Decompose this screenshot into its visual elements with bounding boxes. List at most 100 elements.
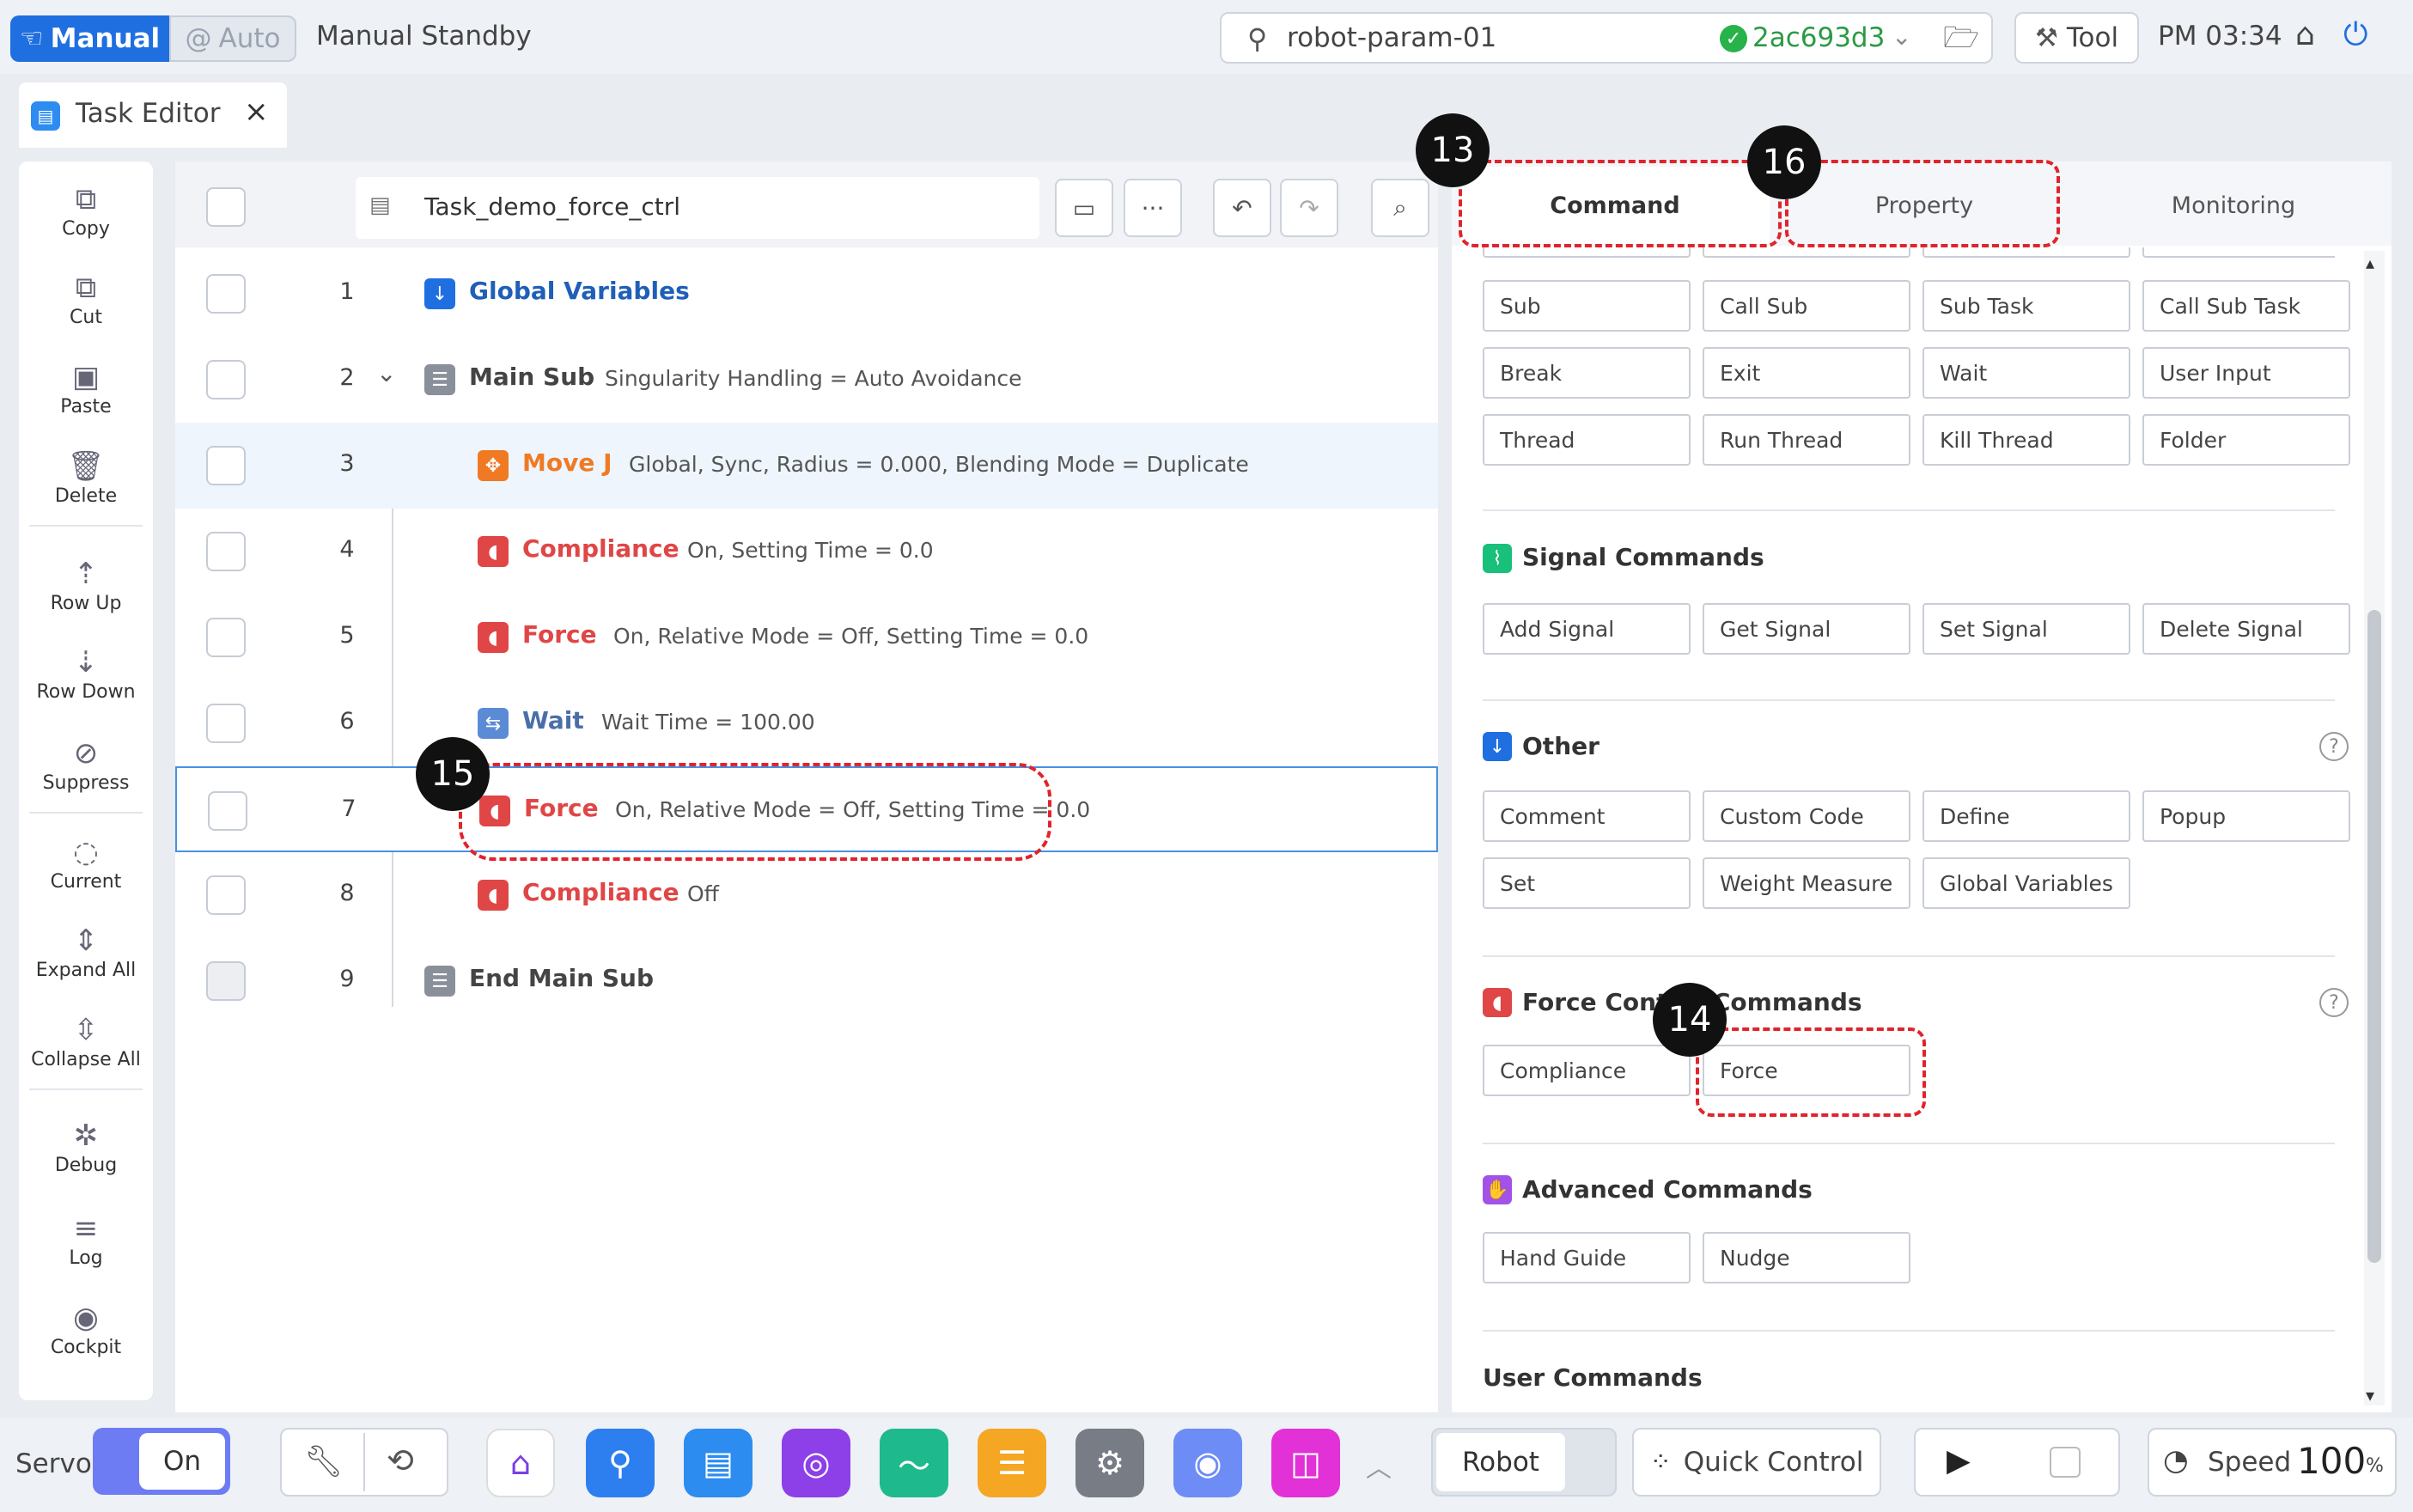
power-icon[interactable]: ⏻ xyxy=(2343,17,2367,53)
wrench-icon[interactable]: 🔧︎ xyxy=(304,1443,344,1479)
scroll-up-arrow[interactable]: ▴ xyxy=(2366,253,2374,273)
more-button[interactable]: ··· xyxy=(1124,179,1182,237)
table-row[interactable]: 4 ◖ Compliance On, Setting Time = 0.0 xyxy=(175,509,1438,594)
cmd-call-sub-task-button[interactable]: Call Sub Task xyxy=(2142,280,2350,332)
cmd-nudge-button[interactable]: Nudge xyxy=(1703,1232,1910,1283)
help-icon[interactable]: ? xyxy=(2319,988,2349,1017)
play-icon[interactable]: ▶ xyxy=(1947,1443,1971,1478)
cmd-compliance-button[interactable]: Compliance xyxy=(1483,1045,1691,1096)
file-name-field[interactable]: ▤ Task_demo_force_ctrl xyxy=(356,177,1039,239)
mode-manual-button[interactable]: ☜ Manual xyxy=(10,15,169,62)
row-checkbox[interactable] xyxy=(206,618,246,657)
row-checkbox[interactable] xyxy=(206,360,246,399)
redo-button[interactable]: ↷ xyxy=(1280,179,1338,237)
notes-app-icon[interactable]: ☰ xyxy=(978,1429,1046,1497)
table-row[interactable]: 1 ↓ Global Variables xyxy=(175,251,1438,337)
scrollbar-thumb[interactable] xyxy=(2367,610,2381,1263)
cmd-break-button[interactable]: Break xyxy=(1483,347,1691,399)
cmd-user-input-button[interactable]: User Input xyxy=(2142,347,2350,399)
row-number: 5 xyxy=(339,622,355,649)
cmd-get-signal-button[interactable]: Get Signal xyxy=(1703,603,1910,655)
cmd-exit-button[interactable]: Exit xyxy=(1703,347,1910,399)
chevron-down-icon[interactable]: ⌄ xyxy=(1892,22,1911,51)
cmd-hand-guide-button[interactable]: Hand Guide xyxy=(1483,1232,1691,1283)
cmd-add-signal-button[interactable]: Add Signal xyxy=(1483,603,1691,655)
cmd-run-thread-button[interactable]: Run Thread xyxy=(1703,414,1910,466)
toolbar-suppress-button[interactable]: ⊘ Suppress xyxy=(19,735,153,794)
table-row[interactable]: 8 ◖ Compliance Off xyxy=(175,852,1438,938)
cmd-thread-button[interactable]: Thread xyxy=(1483,414,1691,466)
table-row[interactable]: 9 ☰ End Main Sub xyxy=(175,938,1438,1024)
target-app-icon[interactable]: ◎ xyxy=(782,1429,850,1497)
row-checkbox[interactable] xyxy=(206,532,246,571)
cmd-sub-task-button[interactable]: Sub Task xyxy=(1922,280,2130,332)
row-checkbox[interactable] xyxy=(206,274,246,314)
toolbar-log-button[interactable]: ≡ Log xyxy=(19,1210,153,1269)
robot-app-icon[interactable]: ⚲ xyxy=(586,1429,655,1497)
save-button[interactable]: ▭ xyxy=(1055,179,1113,237)
toolbar-row-up-button[interactable]: ⇡ Row Up xyxy=(19,555,153,614)
robot-param-selector[interactable]: ⚲ robot-param-01 ✓ 2ac693d3 ⌄ xyxy=(1220,12,1993,64)
cmd-set-signal-button[interactable]: Set Signal xyxy=(1922,603,2130,655)
chevron-up-icon[interactable]: ︿ xyxy=(1366,1447,1392,1485)
toolbar-row-down-button[interactable]: ⇣ Row Down xyxy=(19,643,153,703)
home-app-icon[interactable]: ⌂ xyxy=(486,1429,555,1497)
toolbar-debug-button[interactable]: ✲ Debug xyxy=(19,1117,153,1176)
cmd-wait-button[interactable]: Wait xyxy=(1922,347,2130,399)
undo-button[interactable]: ↶ xyxy=(1213,179,1271,237)
cmd-global-variables-button[interactable]: Global Variables xyxy=(1922,857,2130,909)
row-checkbox[interactable] xyxy=(206,446,246,485)
cmd-define-button[interactable]: Define xyxy=(1922,790,2130,842)
table-row[interactable]: 2 ⌄ ☰ Main Sub Singularity Handling = Auto A… xyxy=(175,337,1438,423)
signal-app-icon[interactable]: ◉ xyxy=(1173,1429,1242,1497)
cmd-comment-button[interactable]: Comment xyxy=(1483,790,1691,842)
row-checkbox[interactable] xyxy=(208,791,247,831)
cmd-weight-measure-button[interactable]: Weight Measure xyxy=(1703,857,1910,909)
speed-control[interactable]: ◔ Speed 100 % xyxy=(2148,1428,2397,1497)
tab-task-editor[interactable]: ▤ Task Editor × xyxy=(19,82,287,148)
close-icon[interactable]: × xyxy=(244,94,269,129)
toolbar-delete-button[interactable]: 🗑︎ Delete xyxy=(19,448,153,507)
search-button[interactable]: ⌕ xyxy=(1371,179,1429,237)
servo-toggle[interactable]: On xyxy=(93,1428,230,1495)
tab-monitoring[interactable]: Monitoring xyxy=(2079,167,2388,244)
cmd-delete-signal-button[interactable]: Delete Signal xyxy=(2142,603,2350,655)
chevron-down-icon[interactable]: ⌄ xyxy=(376,359,396,387)
cmd-set-button[interactable]: Set xyxy=(1483,857,1691,909)
scroll-down-arrow[interactable]: ▾ xyxy=(2366,1385,2374,1405)
row-checkbox[interactable] xyxy=(206,875,246,915)
settings-app-icon[interactable]: ⚙ xyxy=(1075,1429,1144,1497)
task-editor-app-icon[interactable]: ▤ xyxy=(684,1429,753,1497)
monitor-app-icon[interactable]: 〜 xyxy=(880,1429,948,1497)
divider xyxy=(363,1433,365,1491)
table-row[interactable]: 3 ✥ Move J Global, Sync, Radius = 0.000, Bl… xyxy=(175,423,1438,509)
toolbar-cockpit-button[interactable]: ◉ Cockpit xyxy=(19,1299,153,1358)
quick-control-button[interactable]: ⁘ Quick Control xyxy=(1632,1428,1881,1497)
toolbar-current-button[interactable]: ◌ Current xyxy=(19,833,153,893)
cmd-folder-button[interactable]: Folder xyxy=(2142,414,2350,466)
mode-auto-button[interactable]: @ Auto xyxy=(169,15,296,62)
toolbar-copy-button[interactable]: ⧉ Copy xyxy=(19,180,153,240)
row-checkbox[interactable] xyxy=(206,961,246,1001)
table-row[interactable]: 6 ⇆ Wait Wait Time = 100.00 xyxy=(175,680,1438,766)
cmd-custom-code-button[interactable]: Custom Code xyxy=(1703,790,1910,842)
robot-toggle[interactable]: Robot xyxy=(1431,1428,1617,1497)
tool-button[interactable]: ⚒ Tool xyxy=(2014,12,2139,64)
toolbar-cut-button[interactable]: ⧉ Cut xyxy=(19,269,153,328)
cmd-call-sub-button[interactable]: Call Sub xyxy=(1703,280,1910,332)
store-app-icon[interactable]: ◫ xyxy=(1271,1429,1340,1497)
row-checkbox[interactable] xyxy=(206,704,246,743)
cmd-popup-button[interactable]: Popup xyxy=(2142,790,2350,842)
toolbar-paste-button[interactable]: ▣ Paste xyxy=(19,358,153,418)
toolbar-collapse-all-button[interactable]: ⇳ Collapse All xyxy=(19,1011,153,1070)
cmd-sub-button[interactable]: Sub xyxy=(1483,280,1691,332)
cmd-kill-thread-button[interactable]: Kill Thread xyxy=(1922,414,2130,466)
network-icon[interactable]: ⌂ xyxy=(2295,17,2315,52)
toolbar-expand-all-button[interactable]: ⇕ Expand All xyxy=(19,922,153,981)
select-all-checkbox[interactable] xyxy=(206,187,246,227)
stop-icon[interactable] xyxy=(2050,1447,2081,1478)
sync-icon[interactable]: ⟲ xyxy=(387,1442,414,1479)
folder-open-icon[interactable]: 🗁 xyxy=(1943,17,1979,66)
table-row[interactable]: 5 ◖ Force On, Relative Mode = Off, Setting … xyxy=(175,594,1438,680)
help-icon[interactable]: ? xyxy=(2319,732,2349,761)
